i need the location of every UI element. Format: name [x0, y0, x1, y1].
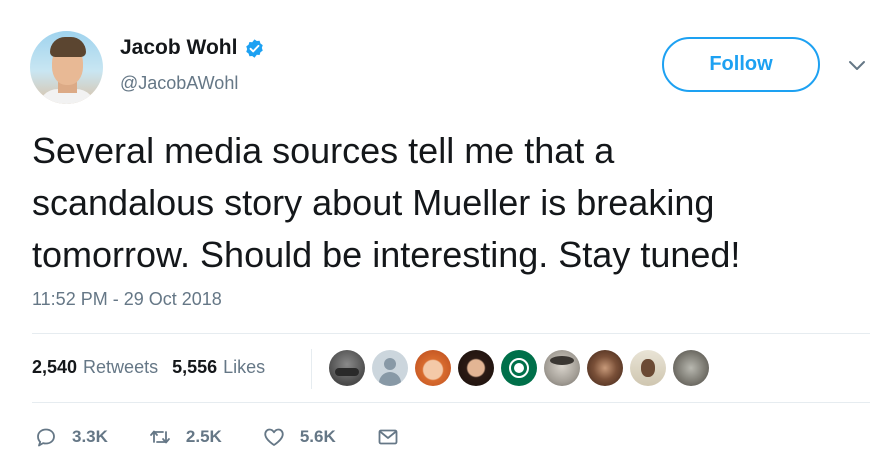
like-button[interactable]: 5.6K: [262, 425, 336, 449]
author-display-name[interactable]: Jacob Wohl: [120, 36, 237, 60]
tweet-text: Several media sources tell me that a sca…: [32, 125, 872, 281]
retweet-button[interactable]: 2.5K: [148, 425, 222, 449]
liker-avatar-8[interactable]: [630, 350, 666, 386]
retweets-label: Retweets: [83, 357, 159, 377]
liker-avatar-2[interactable]: [372, 350, 408, 386]
retweets-count: 2,540: [32, 357, 78, 377]
direct-message-icon: [378, 429, 398, 445]
liker-avatar-9[interactable]: [673, 350, 709, 386]
chevron-down-icon[interactable]: [846, 57, 868, 73]
retweet-icon: [150, 430, 170, 444]
reply-button[interactable]: 3.3K: [34, 425, 108, 449]
retweets-stat[interactable]: 2,540 Retweets: [32, 357, 158, 378]
avatar-hair: [50, 37, 86, 57]
tweet-stats: 2,540 Retweets 5,556 Likes: [32, 357, 279, 378]
liker-avatar-7[interactable]: [587, 350, 623, 386]
like-icon: [264, 428, 284, 446]
tweet-timestamp[interactable]: 11:52 PM - 29 Oct 2018: [32, 289, 222, 310]
author-name-row[interactable]: Jacob Wohl: [120, 36, 265, 60]
verified-badge-icon: [246, 38, 264, 58]
liker-avatar-6[interactable]: [544, 350, 580, 386]
divider: [32, 402, 870, 403]
direct-message-button[interactable]: [376, 425, 400, 449]
tweet-text-line: Several media sources tell me that a: [32, 130, 615, 171]
likes-label: Likes: [223, 357, 266, 377]
like-count: 5.6K: [299, 427, 336, 446]
reply-icon: [37, 428, 55, 447]
reply-count: 3.3K: [72, 427, 108, 446]
divider: [32, 333, 870, 334]
liker-avatars: [329, 350, 716, 386]
likes-stat[interactable]: 5,556 Likes: [172, 357, 265, 378]
liker-avatar-3[interactable]: [415, 350, 451, 386]
tweet-text-line: scandalous story about Mueller is breaki…: [32, 182, 715, 223]
tweet-text-line: tomorrow. Should be interesting. Stay tu…: [32, 234, 741, 275]
follow-button[interactable]: Follow: [662, 37, 820, 92]
tweet-actions: 3.3K 2.5K 5.6K: [34, 425, 440, 449]
liker-avatar-5[interactable]: [501, 350, 537, 386]
retweet-count: 2.5K: [185, 427, 222, 446]
liker-avatar-1[interactable]: [329, 350, 365, 386]
stats-divider: [311, 349, 312, 389]
author-avatar[interactable]: [30, 31, 103, 104]
liker-avatar-4[interactable]: [458, 350, 494, 386]
author-handle[interactable]: @JacobAWohl: [120, 73, 238, 94]
likes-count: 5,556: [172, 357, 218, 377]
